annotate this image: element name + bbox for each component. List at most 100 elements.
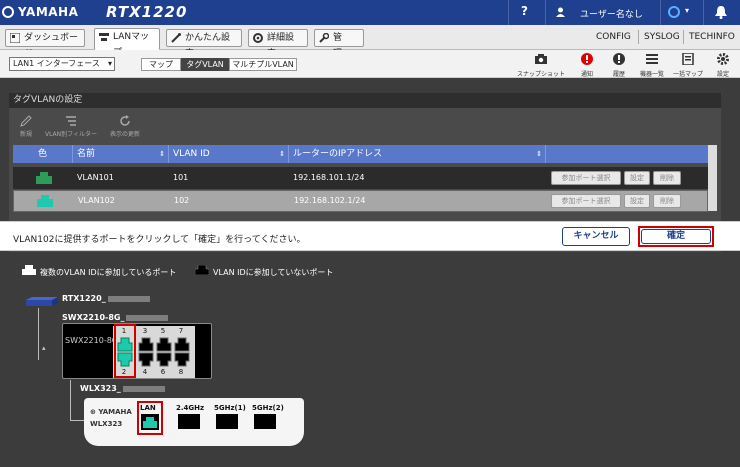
panel-title: タグVLANの設定 (9, 93, 721, 108)
ap-model: WLX323 (90, 420, 123, 428)
col-actions (546, 145, 708, 163)
sort-icon: ⇕ (279, 150, 285, 158)
col-ip[interactable]: ルーターのIPアドレス ⇕ (289, 145, 546, 163)
switch-model: SWX2210-8G (65, 336, 119, 345)
gear-icon (717, 53, 729, 65)
col-vlan-id[interactable]: VLAN ID ⇕ (169, 145, 289, 163)
ap-label[interactable]: WLX323_ (80, 384, 165, 393)
select-port-button[interactable]: 参加ポート選択 (551, 171, 621, 185)
router-icon[interactable] (24, 296, 60, 308)
ap-5ghz2-label: 5GHz(2) (252, 404, 284, 412)
settings-row-button[interactable]: 設定 (624, 171, 650, 185)
table-row[interactable]: VLAN101 101 192.168.101.1/24 参加ポート選択 設定 … (13, 167, 708, 189)
camera-icon (535, 54, 547, 64)
history-icon (613, 53, 625, 65)
table-scrollbar[interactable] (708, 145, 717, 211)
confirm-bar: VLAN102に提供するポートをクリックして「確定」を行ってください。 キャンセ… (0, 221, 740, 251)
switch-port-1-2[interactable] (117, 337, 133, 367)
col-color: 色 (13, 145, 73, 163)
confirm-button-highlight: 確定 (638, 226, 714, 247)
list-icon (646, 54, 658, 64)
brand-label: YAMAHA (18, 5, 79, 19)
settings-row-button[interactable]: 設定 (624, 194, 650, 208)
view-map-button[interactable]: マップ (141, 58, 181, 71)
ap-5ghz2-port[interactable] (254, 414, 276, 429)
vlan-ip: 192.168.101.1/24 (293, 173, 365, 182)
ap-24ghz-port[interactable] (178, 414, 200, 429)
router-label[interactable]: RTX1220_ (62, 294, 150, 303)
main-tabs: ダッシュボード LANマップ かんたん設定 詳細設定 管 理 CONFIG SY… (0, 25, 740, 59)
legend-not-participating: VLAN IDに参加していないポート (213, 268, 334, 277)
filter-icon (66, 116, 76, 126)
select-port-button[interactable]: 参加ポート選択 (551, 194, 621, 208)
vlan-name: VLAN102 (78, 196, 115, 205)
status-icon[interactable] (668, 6, 680, 18)
bulk-map-button[interactable]: 一括マップ (672, 52, 704, 78)
ap-5ghz1-label: 5GHz(1) (214, 404, 246, 412)
ap-5ghz1-port[interactable] (216, 414, 238, 429)
wand-icon (171, 33, 181, 43)
tab-lanmap[interactable]: LANマップ (94, 28, 160, 58)
sub-toolbar: LAN1 インターフェース ▾ マップ タグVLAN マルチプルVLAN スナップ… (0, 50, 740, 78)
cancel-button[interactable]: キャンセル (562, 227, 630, 246)
sort-icon: ⇕ (159, 150, 165, 158)
instruction-text: VLAN102に提供するポートをクリックして「確定」を行ってください。 (13, 235, 306, 245)
ap-24ghz-label: 2.4GHz (176, 404, 205, 412)
no-vlan-port-icon (194, 264, 210, 276)
ap-lan-port[interactable] (141, 414, 159, 430)
confirm-button[interactable]: 確定 (641, 229, 711, 244)
switch-ports-3-8[interactable] (138, 337, 192, 367)
delete-row-button[interactable]: 削除 (653, 171, 681, 185)
chevron-down-icon[interactable]: ▾ (685, 6, 689, 15)
bell-icon[interactable] (715, 5, 727, 19)
interface-select[interactable]: LAN1 インターフェース ▾ (9, 57, 115, 71)
sort-icon: ⇕ (536, 150, 542, 158)
help-icon[interactable]: ? (521, 4, 528, 18)
lan-port-icon (35, 171, 53, 185)
alert-icon (581, 53, 593, 65)
delete-row-button[interactable]: 削除 (653, 194, 681, 208)
settings-button[interactable]: 設定 (712, 53, 734, 78)
tab-management[interactable]: 管 理 (314, 29, 364, 59)
tab-easy-setup[interactable]: かんたん設定 (166, 29, 242, 59)
gear-icon (253, 33, 263, 43)
top-bar: YAMAHA RTX1220 ? ユーザー名なし ▾ (0, 0, 740, 25)
vlan-id: 101 (173, 173, 189, 182)
device-list-button[interactable]: 機器一覧 (638, 53, 666, 78)
tab-dashboard[interactable]: ダッシュボード (5, 29, 85, 59)
notification-button[interactable]: 通知 (576, 53, 598, 78)
chevron-down-icon: ▾ (107, 59, 112, 68)
wrench-icon (319, 33, 329, 43)
syslog-link[interactable]: SYSLOG (644, 32, 680, 42)
snapshot-button[interactable]: スナップショット (515, 53, 567, 78)
dashboard-icon (10, 33, 20, 43)
vlan-ip: 192.168.102.1/24 (294, 196, 366, 205)
user-icon (556, 7, 565, 17)
col-name[interactable]: 名前 ⇕ (73, 145, 169, 163)
table-row[interactable]: VLAN102 102 192.168.102.1/24 参加ポート選択 設定 … (13, 190, 708, 212)
multi-vlan-port-icon (22, 265, 36, 275)
collapse-icon[interactable]: ▴ (42, 344, 46, 352)
legend-participating: 複数のVLAN IDに参加しているポート (40, 268, 177, 277)
config-link[interactable]: CONFIG (596, 32, 631, 42)
vlan-id: 102 (174, 196, 190, 205)
tab-advanced[interactable]: 詳細設定 (248, 29, 308, 59)
techinfo-link[interactable]: TECHINFO (689, 32, 735, 42)
vlan-filter-button[interactable]: VLAN別フィルター (42, 115, 100, 138)
switch-label[interactable]: SWX2210-8G_ (62, 313, 169, 322)
user-name[interactable]: ユーザー名なし (580, 7, 643, 20)
history-button[interactable]: 履歴 (608, 53, 630, 78)
view-tagvlan-button[interactable]: タグVLAN (181, 58, 229, 71)
view-multiplevlan-button[interactable]: マルチプルVLAN (229, 58, 297, 71)
refresh-icon (120, 115, 130, 126)
lanmap-icon (99, 33, 109, 41)
new-button[interactable]: 新規 (16, 115, 36, 138)
refresh-button[interactable]: 表示の更新 (106, 115, 144, 138)
lan-port-icon (36, 194, 54, 208)
yamaha-logo-icon (2, 6, 14, 18)
edit-icon (20, 115, 32, 127)
model-label: RTX1220 (106, 3, 188, 21)
map-icon (682, 52, 694, 66)
vlan-name: VLAN101 (77, 173, 114, 182)
ap-brand: ⊛ YAMAHA (90, 408, 132, 416)
